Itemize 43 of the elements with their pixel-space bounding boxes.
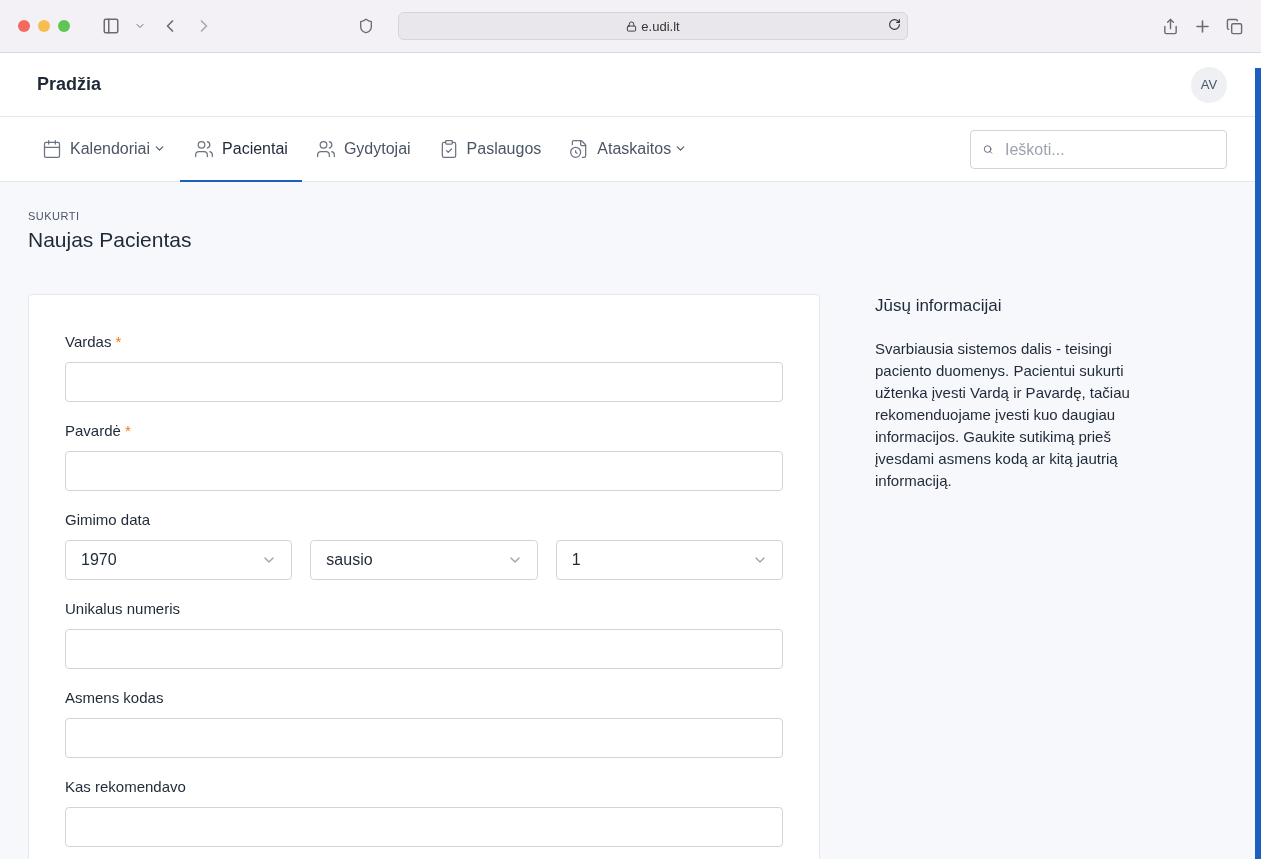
field-label: Gimimo data	[65, 511, 152, 528]
lock-icon	[626, 20, 638, 32]
field-label: Asmens kodas	[65, 689, 165, 706]
search-field[interactable]: Ieškoti...	[970, 130, 1227, 169]
zoom-button[interactable]	[58, 20, 70, 32]
nav-tab[interactable]: Paslaugos	[424, 117, 556, 182]
people-icon	[194, 138, 215, 159]
input-field[interactable]	[65, 629, 783, 669]
close-button[interactable]	[18, 20, 30, 32]
tabs-icon[interactable]	[1226, 17, 1243, 35]
field-label: Pavardė *	[65, 422, 132, 439]
search-input[interactable]: Ieškoti...	[1003, 139, 1214, 160]
sidebar-icon[interactable]	[102, 17, 120, 35]
select-field[interactable]: sausio	[310, 540, 538, 580]
select-field[interactable]: 1	[555, 540, 783, 580]
required-marker: *	[124, 422, 131, 439]
page-heading: Naujas Pacientas	[28, 228, 193, 252]
info-text: Svarbiausia sistemos dalis - teisingi paciento duomenys. Pacientui sukurti užtenka įvesti Vardą ir Pavardę, tačiau rekomenduojame įvesti kuo daugiau informacijos. Gaukite sutikimą prieš įvesdami asmens kodą ar kitą jautrią informaciją.	[875, 339, 1131, 491]
address-bar[interactable]: e.udi.lt	[398, 12, 908, 40]
nav-tab[interactable]: Pacientai	[180, 117, 302, 182]
breadcrumb-label: SUKURTI	[28, 210, 81, 222]
required-marker: *	[115, 333, 122, 350]
info-heading: Jūsų informacijai	[875, 296, 1003, 316]
minimize-button[interactable]	[38, 20, 50, 32]
scrollbar[interactable]	[1255, 68, 1261, 859]
nav-tab[interactable]: Kalendoriai	[28, 117, 181, 182]
field-label: Unikalus numeris	[65, 600, 182, 617]
input-field[interactable]	[65, 362, 783, 402]
field-label: Vardas *	[65, 333, 123, 350]
user-avatar[interactable]: AV	[1191, 66, 1227, 103]
field-label: Kas rekomendavo	[65, 778, 187, 795]
page-title[interactable]: Pradžia	[37, 74, 1191, 95]
input-field[interactable]	[65, 718, 783, 758]
share-icon[interactable]	[1162, 17, 1179, 35]
nav-tab[interactable]: Gydytojai	[301, 117, 425, 182]
nav-tab[interactable]: Ataskaitos	[555, 117, 702, 182]
users-icon	[315, 138, 336, 159]
select-field[interactable]: 1970	[65, 540, 293, 580]
input-field[interactable]	[65, 451, 783, 491]
input-field[interactable]	[65, 807, 783, 847]
shield-icon[interactable]	[358, 18, 374, 34]
reload-icon[interactable]	[888, 18, 901, 31]
calendar-icon	[42, 138, 62, 159]
